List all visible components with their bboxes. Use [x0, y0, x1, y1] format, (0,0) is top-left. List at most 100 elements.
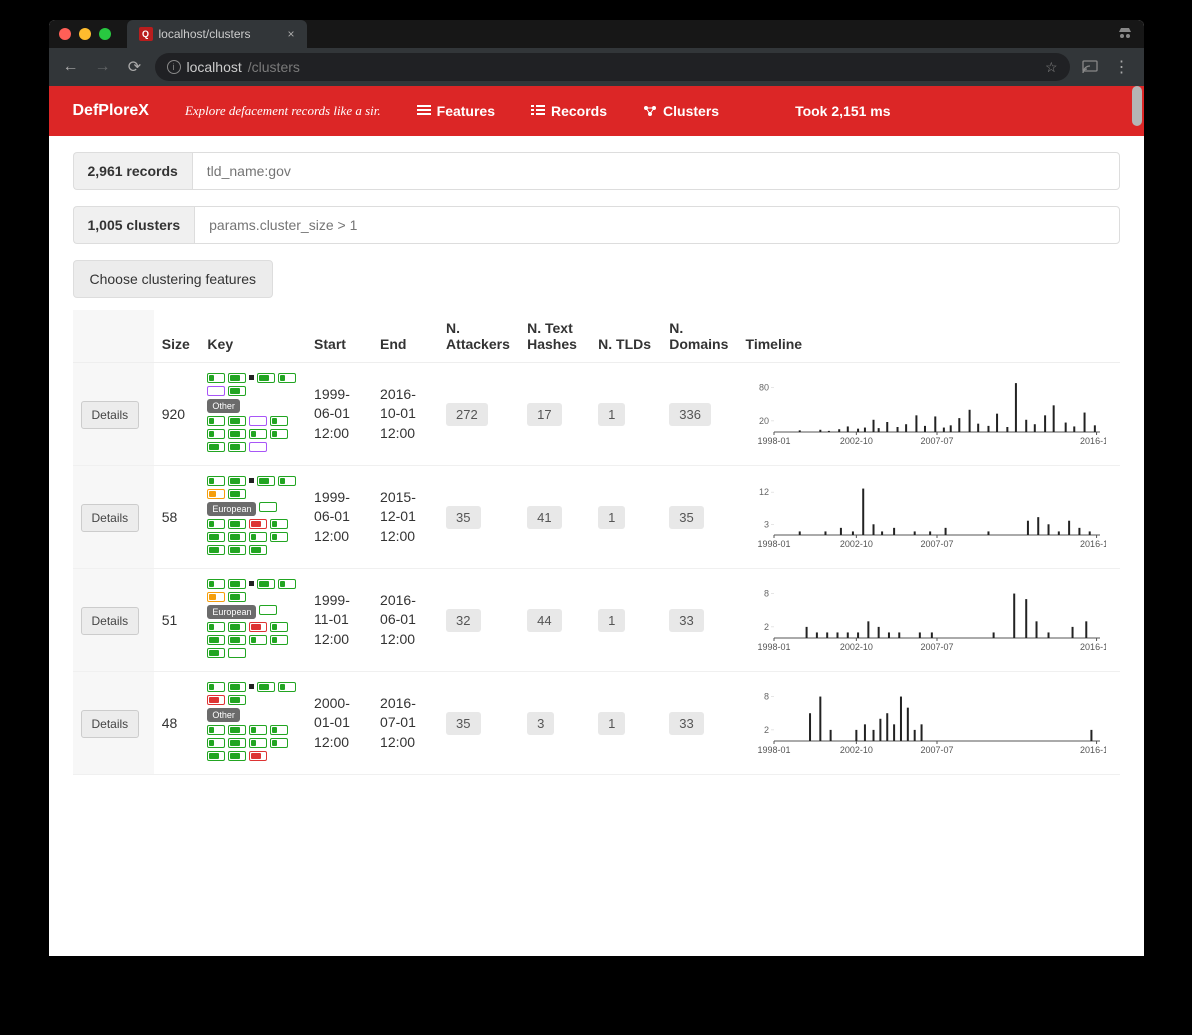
cell-key: European: [199, 466, 306, 569]
clusters-query-input[interactable]: [194, 206, 1119, 244]
nav-clusters[interactable]: Clusters: [643, 103, 719, 119]
cell-timeline: 3121998-012002-102007-072016-10: [738, 466, 1120, 569]
cell-end: 2015-12-01 12:00: [372, 466, 438, 569]
key-pill: [228, 738, 246, 748]
cell-key: Other: [199, 363, 306, 466]
col-n-attackers: N. Attackers: [438, 310, 519, 363]
svg-text:2002-10: 2002-10: [839, 539, 872, 549]
window-maximize-button[interactable]: [99, 28, 111, 40]
key-pill: [249, 635, 267, 645]
key-pill: [228, 648, 246, 658]
timeline-chart: 281998-012002-102007-072016-10: [746, 687, 1106, 757]
forward-button[interactable]: →: [91, 55, 115, 79]
query-time: Took 2,151 ms: [795, 103, 890, 119]
key-pill-row: [207, 682, 298, 692]
cell-n-text-hashes: 3: [519, 672, 590, 775]
key-pill: [228, 429, 246, 439]
key-pill: [207, 519, 225, 529]
key-pill: [228, 373, 246, 383]
details-button[interactable]: Details: [81, 607, 140, 635]
key-pill: [228, 635, 246, 645]
bookmark-star-icon[interactable]: ☆: [1045, 59, 1058, 76]
key-pill: [207, 545, 225, 555]
col-n-tlds: N. TLDs: [590, 310, 661, 363]
nav-records[interactable]: Records: [531, 103, 607, 119]
window-close-button[interactable]: [59, 28, 71, 40]
key-pill: [228, 545, 246, 555]
key-pill: [228, 532, 246, 542]
key-pill: [207, 648, 225, 658]
choose-features-button[interactable]: Choose clustering features: [73, 260, 274, 298]
key-pill: [207, 416, 225, 426]
key-pill: [249, 532, 267, 542]
key-pill: [270, 635, 288, 645]
cell-n-tlds: 1: [590, 363, 661, 466]
browser-menu-icon[interactable]: ⋮: [1110, 55, 1134, 79]
svg-text:2007-07: 2007-07: [920, 745, 953, 755]
key-pill: [228, 476, 246, 486]
url-path: /clusters: [248, 59, 300, 75]
details-button[interactable]: Details: [81, 504, 140, 532]
key-pill: [207, 442, 225, 452]
svg-text:2007-07: 2007-07: [920, 642, 953, 652]
key-pill: [249, 725, 267, 735]
cell-size: 48: [154, 672, 200, 775]
brand-logo[interactable]: DefPloreX: [73, 102, 149, 120]
svg-text:2016-10: 2016-10: [1080, 539, 1106, 549]
cell-n-text-hashes: 44: [519, 569, 590, 672]
site-info-icon[interactable]: i: [167, 60, 181, 74]
cell-n-domains: 33: [661, 672, 737, 775]
cell-n-domains: 35: [661, 466, 737, 569]
page-scrollbar[interactable]: [1132, 86, 1142, 956]
clusters-table: Size Key Start End N. Attackers N. Text …: [73, 310, 1120, 775]
key-pill: [278, 579, 296, 589]
list-icon: [417, 105, 431, 117]
cell-n-text-hashes: 17: [519, 363, 590, 466]
window-minimize-button[interactable]: [79, 28, 91, 40]
cell-timeline: 281998-012002-102007-072016-10: [738, 569, 1120, 672]
key-pill: [249, 429, 267, 439]
key-pill: [249, 738, 267, 748]
svg-text:2016-10: 2016-10: [1080, 745, 1106, 755]
key-category-label: European: [207, 502, 256, 516]
key-pill-row: [207, 751, 298, 761]
key-pill: [259, 502, 277, 512]
records-query-input[interactable]: [192, 152, 1120, 190]
cell-n-tlds: 1: [590, 569, 661, 672]
back-button[interactable]: ←: [59, 55, 83, 79]
cell-end: 2016-07-01 12:00: [372, 672, 438, 775]
key-pill: [207, 386, 225, 396]
col-n-domains: N. Domains: [661, 310, 737, 363]
reload-button[interactable]: ⟳: [123, 55, 147, 79]
key-pill: [270, 622, 288, 632]
cell-end: 2016-10-01 12:00: [372, 363, 438, 466]
col-start: Start: [306, 310, 372, 363]
key-pill-row: [207, 622, 298, 632]
key-pill: [228, 519, 246, 529]
details-button[interactable]: Details: [81, 401, 140, 429]
key-pill: [249, 751, 267, 761]
key-pill: [249, 581, 254, 586]
cell-n-tlds: 1: [590, 466, 661, 569]
key-pill-row: [207, 695, 298, 705]
svg-text:2007-07: 2007-07: [920, 539, 953, 549]
address-bar[interactable]: i localhost/clusters ☆: [155, 53, 1070, 81]
key-pill: [207, 373, 225, 383]
table-row: Details48Other2000-01-01 12:002016-07-01…: [73, 672, 1120, 775]
key-pill: [228, 592, 246, 602]
key-pill: [249, 519, 267, 529]
cell-size: 920: [154, 363, 200, 466]
col-n-text-hashes: N. Text Hashes: [519, 310, 590, 363]
key-pill: [228, 695, 246, 705]
cell-n-attackers: 272: [438, 363, 519, 466]
details-button[interactable]: Details: [81, 710, 140, 738]
browser-window: Q localhost/clusters × ← → ⟳ i localhost…: [49, 20, 1144, 956]
nav-features[interactable]: Features: [417, 103, 495, 119]
key-pill: [249, 375, 254, 380]
key-pill: [207, 532, 225, 542]
key-pill: [257, 373, 275, 383]
cast-icon[interactable]: [1078, 55, 1102, 79]
tab-close-icon[interactable]: ×: [287, 27, 294, 41]
key-pill: [270, 519, 288, 529]
browser-tab[interactable]: Q localhost/clusters ×: [127, 20, 307, 48]
